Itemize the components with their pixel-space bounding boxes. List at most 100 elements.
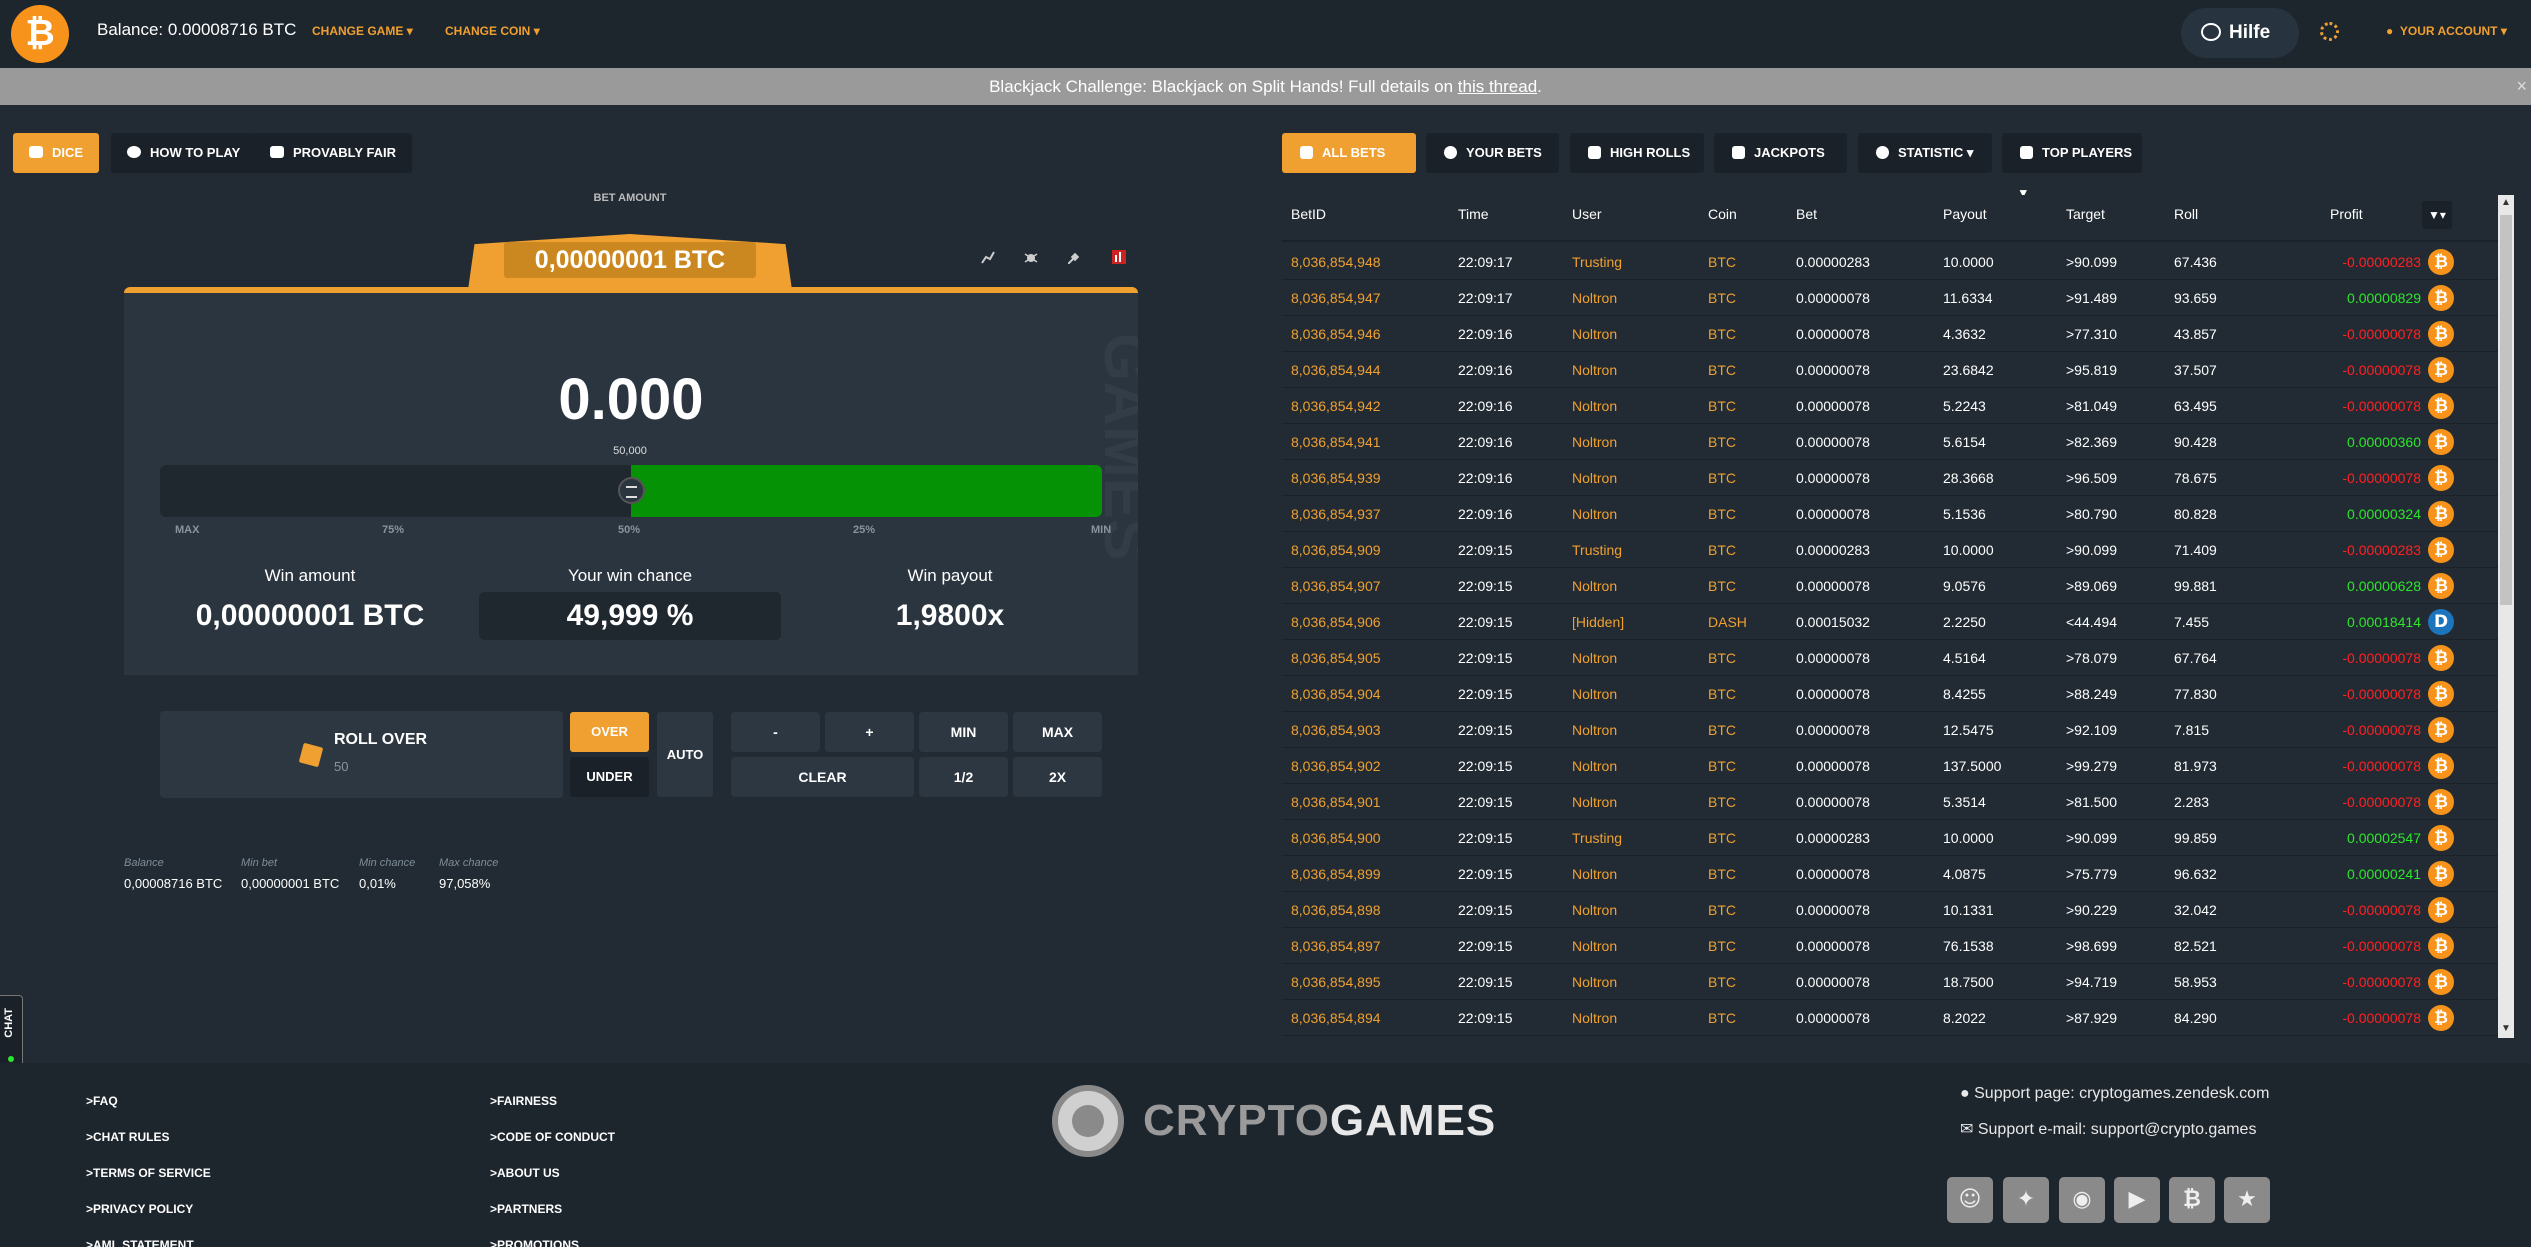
cell-user[interactable]: Noltron (1572, 722, 1617, 738)
cell-bet-id[interactable]: 8,036,854,899 (1291, 866, 1381, 882)
table-row[interactable]: 8,036,854,894 22:09:15 Noltron BTC 0.0000007… (1282, 1000, 2498, 1036)
cell-bet-id[interactable]: 8,036,854,904 (1291, 686, 1381, 702)
tab-dice[interactable]: DICE (13, 133, 100, 173)
cell-user[interactable]: Noltron (1572, 1010, 1617, 1026)
scroll-down-icon[interactable]: ▼ (2501, 1023, 2511, 1034)
table-row[interactable]: 8,036,854,937 22:09:16 Noltron BTC 0.0000007… (1282, 496, 2498, 532)
change-game-menu[interactable]: CHANGE GAME ▾ (312, 24, 413, 38)
bug-icon[interactable] (1024, 250, 1038, 264)
footer-link-aml[interactable]: >AML STATEMENT (86, 1238, 194, 1247)
table-row[interactable]: 8,036,854,904 22:09:15 Noltron BTC 0.0000007… (1282, 676, 2498, 712)
bet-amount-input[interactable]: 0,00000001 BTC (504, 242, 756, 278)
cell-user[interactable]: Trusting (1572, 254, 1622, 270)
tab-top-players[interactable]: TOP PLAYERS ▾ (2002, 133, 2142, 200)
twitter-icon[interactable]: ✦ (2003, 1177, 2049, 1223)
cell-user[interactable]: Noltron (1572, 686, 1617, 702)
clear-button[interactable]: CLEAR (731, 757, 914, 797)
cell-user[interactable]: Noltron (1572, 866, 1617, 882)
table-scrollbar[interactable]: ▲ ▼ (2498, 195, 2514, 1038)
tab-high-rolls[interactable]: HIGH ROLLS (1570, 133, 1704, 173)
table-row[interactable]: 8,036,854,900 22:09:15 Trusting BTC 0.000002… (1282, 820, 2498, 856)
cell-user[interactable]: Noltron (1572, 902, 1617, 918)
tab-statistic[interactable]: STATISTIC ▾ (1858, 133, 1992, 173)
roll-over-display[interactable]: ROLL OVER 50 (160, 711, 563, 798)
support-email[interactable]: ✉ Support e-mail: support@crypto.games (1960, 1119, 2256, 1139)
max-button[interactable]: MAX (1013, 712, 1102, 752)
cell-user[interactable]: Noltron (1572, 578, 1617, 594)
change-coin-menu[interactable]: CHANGE COIN ▾ (445, 24, 540, 38)
trustpilot-icon[interactable]: ★ (2224, 1177, 2270, 1223)
cell-bet-id[interactable]: 8,036,854,895 (1291, 974, 1381, 990)
tab-your-bets[interactable]: YOUR BETS (1426, 133, 1559, 173)
cell-bet-id[interactable]: 8,036,854,946 (1291, 326, 1381, 342)
cell-bet-id[interactable]: 8,036,854,948 (1291, 254, 1381, 270)
footer-link-chat-rules[interactable]: >CHAT RULES (86, 1130, 169, 1144)
table-row[interactable]: 8,036,854,901 22:09:15 Noltron BTC 0.0000007… (1282, 784, 2498, 820)
footer-link-faq[interactable]: >FAQ (86, 1094, 118, 1108)
cell-user[interactable]: Noltron (1572, 290, 1617, 306)
footer-link-partners[interactable]: >PARTNERS (490, 1202, 562, 1216)
footer-link-privacy[interactable]: >PRIVACY POLICY (86, 1202, 193, 1216)
tab-jackpots[interactable]: JACKPOTS (1714, 133, 1847, 173)
cell-bet-id[interactable]: 8,036,854,941 (1291, 434, 1381, 450)
reddit-icon[interactable]: ☺ (1947, 1177, 1993, 1223)
table-row[interactable]: 8,036,854,939 22:09:16 Noltron BTC 0.0000007… (1282, 460, 2498, 496)
satellite-icon[interactable] (1067, 250, 1082, 265)
table-row[interactable]: 8,036,854,907 22:09:15 Noltron BTC 0.0000007… (1282, 568, 2498, 604)
cell-bet-id[interactable]: 8,036,854,903 (1291, 722, 1381, 738)
plus-button[interactable]: + (825, 712, 914, 752)
cell-user[interactable]: Trusting (1572, 830, 1622, 846)
filter-icon[interactable]: ▼▾ (2422, 201, 2452, 229)
banner-link[interactable]: this thread (1458, 77, 1537, 96)
close-icon[interactable]: × (2516, 68, 2527, 105)
cell-bet-id[interactable]: 8,036,854,898 (1291, 902, 1381, 918)
scroll-up-icon[interactable]: ▲ (2501, 197, 2511, 208)
cell-bet-id[interactable]: 8,036,854,897 (1291, 938, 1381, 954)
footer-link-code-of-conduct[interactable]: >CODE OF CONDUCT (490, 1130, 615, 1144)
table-row[interactable]: 8,036,854,946 22:09:16 Noltron BTC 0.0000007… (1282, 316, 2498, 352)
cell-bet-id[interactable]: 8,036,854,947 (1291, 290, 1381, 306)
table-row[interactable]: 8,036,854,903 22:09:15 Noltron BTC 0.0000007… (1282, 712, 2498, 748)
cell-bet-id[interactable]: 8,036,854,942 (1291, 398, 1381, 414)
help-button[interactable]: Hilfe (2181, 8, 2299, 58)
footer-link-terms[interactable]: >TERMS OF SERVICE (86, 1166, 211, 1180)
cell-user[interactable]: Noltron (1572, 974, 1617, 990)
footer-link-promotions[interactable]: >PROMOTIONS (490, 1238, 579, 1247)
table-row[interactable]: 8,036,854,906 22:09:15 [Hidden] DASH 0.00015… (1282, 604, 2498, 640)
over-button[interactable]: OVER (570, 712, 649, 752)
cell-bet-id[interactable]: 8,036,854,909 (1291, 542, 1381, 558)
table-row[interactable]: 8,036,854,902 22:09:15 Noltron BTC 0.0000007… (1282, 748, 2498, 784)
cell-bet-id[interactable]: 8,036,854,907 (1291, 578, 1381, 594)
double-button[interactable]: 2X (1013, 757, 1102, 797)
cell-user[interactable]: Noltron (1572, 362, 1617, 378)
table-row[interactable]: 8,036,854,942 22:09:16 Noltron BTC 0.0000007… (1282, 388, 2498, 424)
support-page[interactable]: ● Support page: cryptogames.zendesk.com (1960, 1085, 2269, 1103)
half-button[interactable]: 1/2 (919, 757, 1008, 797)
table-row[interactable]: 8,036,854,905 22:09:15 Noltron BTC 0.0000007… (1282, 640, 2498, 676)
cell-bet-id[interactable]: 8,036,854,906 (1291, 614, 1381, 630)
theme-toggle-sun-icon[interactable] (2320, 22, 2339, 41)
account-menu[interactable]: ● YOUR ACCOUNT ▾ (2386, 24, 2507, 38)
scrollbar-thumb[interactable] (2500, 215, 2512, 605)
tab-all-bets[interactable]: ALL BETS (1282, 133, 1416, 173)
table-row[interactable]: 8,036,854,909 22:09:15 Trusting BTC 0.000002… (1282, 532, 2498, 568)
cell-user[interactable]: [Hidden] (1572, 614, 1624, 630)
cell-bet-id[interactable]: 8,036,854,939 (1291, 470, 1381, 486)
youtube-icon[interactable]: ▶ (2114, 1177, 2160, 1223)
table-row[interactable]: 8,036,854,898 22:09:15 Noltron BTC 0.0000007… (1282, 892, 2498, 928)
bitcointalk-icon[interactable]: ₿ (2169, 1177, 2215, 1223)
cell-user[interactable]: Noltron (1572, 326, 1617, 342)
tab-how-to-play[interactable]: HOW TO PLAY (111, 133, 257, 173)
cell-bet-id[interactable]: 8,036,854,905 (1291, 650, 1381, 666)
cell-user[interactable]: Noltron (1572, 794, 1617, 810)
cell-user[interactable]: Noltron (1572, 758, 1617, 774)
table-row[interactable]: 8,036,854,947 22:09:17 Noltron BTC 0.0000007… (1282, 280, 2498, 316)
cell-user[interactable]: Noltron (1572, 938, 1617, 954)
bitcoin-logo-icon[interactable]: ₿ (11, 5, 69, 63)
table-row[interactable]: 8,036,854,895 22:09:15 Noltron BTC 0.0000007… (1282, 964, 2498, 1000)
cell-bet-id[interactable]: 8,036,854,902 (1291, 758, 1381, 774)
table-row[interactable]: 8,036,854,941 22:09:16 Noltron BTC 0.0000007… (1282, 424, 2498, 460)
minus-button[interactable]: - (731, 712, 820, 752)
cell-bet-id[interactable]: 8,036,854,901 (1291, 794, 1381, 810)
cell-bet-id[interactable]: 8,036,854,937 (1291, 506, 1381, 522)
